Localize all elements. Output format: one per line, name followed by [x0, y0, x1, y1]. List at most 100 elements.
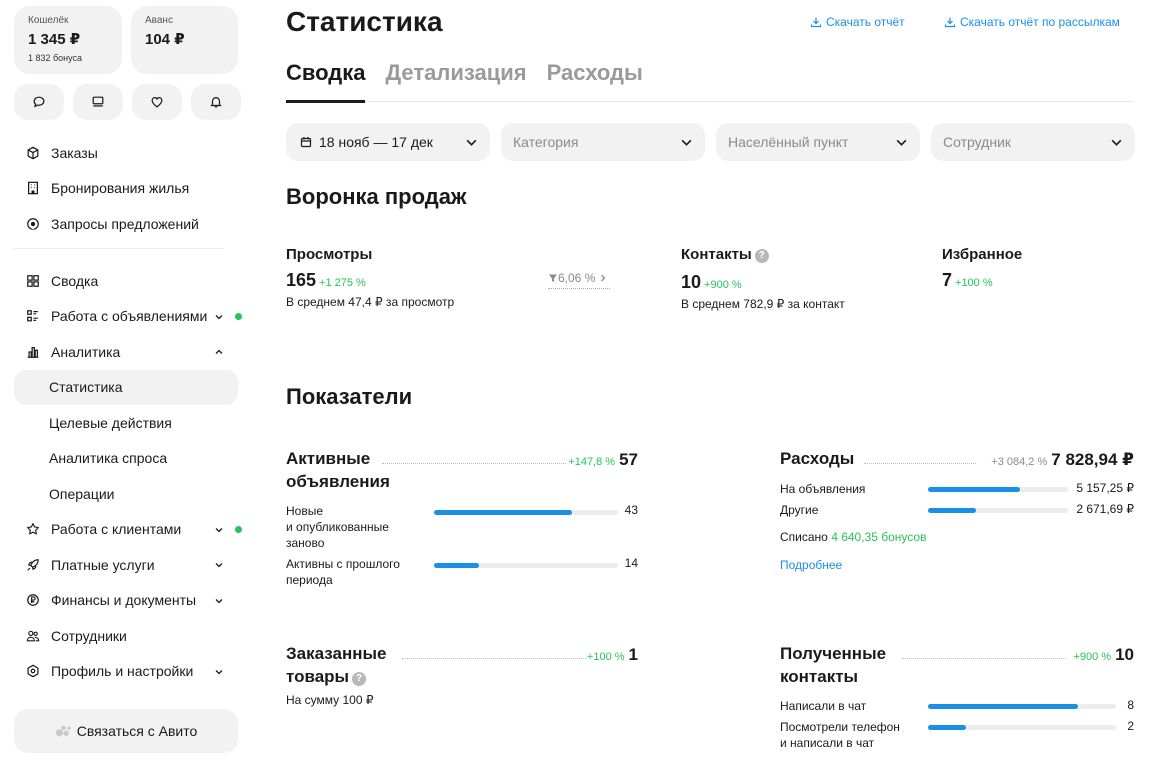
- main-content: Статистика Скачать отчёт Скачать отчёт п…: [286, 0, 1135, 768]
- workplace-button[interactable]: [73, 84, 123, 120]
- chart-icon: [26, 345, 40, 359]
- nav-label: Работа с клиентами: [51, 521, 182, 538]
- chevron-up-icon: [215, 349, 223, 354]
- nav-label: Аналитика спроса: [49, 450, 168, 467]
- nav-item-statistics[interactable]: Статистика: [14, 369, 238, 405]
- heart-icon: [151, 97, 163, 108]
- chevron-down-icon: [466, 139, 477, 146]
- bell-icon: [210, 97, 222, 108]
- nav-label: Сводка: [51, 272, 99, 289]
- expenses-total-wrap: +3 084,2 % 7 828,94 ₽: [991, 450, 1134, 470]
- period-filter[interactable]: 18 нояб — 17 дек: [286, 123, 490, 161]
- dotted-leader: [402, 658, 586, 659]
- active-new-label: Новые и опубликованные заново: [286, 504, 389, 550]
- nav-label: Профиль и настройки: [51, 663, 194, 680]
- favorites-button[interactable]: [132, 84, 182, 120]
- nav-item-summary[interactable]: Сводка: [14, 263, 238, 299]
- messages-button[interactable]: [14, 84, 64, 120]
- avito-logo-icon: [55, 725, 71, 737]
- dotted-leader: [382, 463, 566, 464]
- city-filter[interactable]: Населённый пункт: [716, 123, 920, 161]
- dotted-leader: [902, 658, 1066, 659]
- received-contacts-total-wrap: +900 % 10: [1073, 645, 1134, 665]
- views-value: 165 +1 275 %: [286, 270, 366, 291]
- contact-avito-button[interactable]: Связаться с Авито: [14, 709, 238, 753]
- active-listings-name-line1: Активные: [286, 449, 371, 468]
- help-icon[interactable]: ?: [754, 249, 769, 263]
- nav-item-target-actions[interactable]: Целевые действия: [14, 405, 238, 441]
- indicators-title: Показатели: [286, 384, 413, 409]
- nav-item-requests[interactable]: Запросы предложений: [14, 206, 238, 242]
- city-placeholder: Населённый пункт: [728, 134, 849, 150]
- help-icon[interactable]: ?: [352, 672, 367, 686]
- chevron-down-icon: [215, 314, 223, 319]
- expenses-header: Расходы: [780, 447, 854, 470]
- chevron-down-icon: [215, 527, 223, 532]
- nav-item-profile-settings[interactable]: Профиль и настройки: [14, 654, 238, 690]
- active-new-bar: [434, 510, 618, 515]
- employee-placeholder: Сотрудник: [943, 134, 1012, 150]
- chevron-down-icon: [215, 669, 223, 674]
- funnel-title: Воронка продаж: [286, 184, 467, 209]
- written-off-bonuses: 4 640,35 бонусов: [831, 530, 927, 544]
- tab-expenses[interactable]: Расходы: [547, 60, 643, 102]
- filters-row: 18 нояб — 17 дек Категория Населённый пу…: [286, 123, 1135, 161]
- active-listings-delta: +147,8 %: [568, 456, 616, 468]
- category-filter[interactable]: Категория: [501, 123, 705, 161]
- chevron-right-icon: [601, 274, 606, 282]
- nav-item-bookings[interactable]: Бронирования жилья: [14, 171, 238, 207]
- nav-top: Заказы Бронирования жилья Запросы предло…: [14, 135, 238, 242]
- nav-item-listings[interactable]: Работа с объявлениями: [14, 299, 242, 335]
- advance-card[interactable]: Аванс 104 ₽: [131, 6, 238, 74]
- active-prev-label: Активны с прошлого периода: [286, 557, 400, 587]
- contacts-chat-bar: [928, 704, 1116, 709]
- nav-label: Статистика: [49, 379, 123, 396]
- active-prev-bar-fill: [434, 563, 480, 568]
- nav-item-clients[interactable]: Работа с клиентами: [14, 512, 242, 548]
- contacts-delta: +900 %: [704, 279, 742, 291]
- wallet-card[interactable]: Кошелёк 1 345 ₽ 1 832 бонуса: [14, 6, 122, 74]
- nav-label: Заказы: [51, 144, 98, 161]
- chevron-down-icon: [681, 139, 692, 146]
- nav-item-operations[interactable]: Операции: [14, 476, 238, 512]
- monitor-icon: [92, 96, 104, 107]
- wallet-balance: 1 345 ₽: [28, 31, 81, 48]
- page-title: Статистика: [286, 6, 443, 37]
- nav-main: Сводка Работа с объявлениями Аналитика С…: [14, 263, 242, 690]
- nav-label: Работа с объявлениями: [51, 308, 208, 325]
- nav-item-orders[interactable]: Заказы: [14, 135, 238, 171]
- download-mailing-report-link[interactable]: Скачать отчёт по рассылкам: [944, 15, 1120, 29]
- rocket-icon: [26, 558, 40, 572]
- funnel-icon: [549, 274, 557, 282]
- period-value: 18 нояб — 17 дек: [319, 134, 433, 150]
- contacts-chat-bar-fill: [928, 704, 1079, 709]
- building-icon: [26, 181, 40, 195]
- ordered-goods-total-wrap: +100 % 1: [587, 645, 638, 665]
- listing-icon: [26, 309, 40, 323]
- request-icon: [26, 217, 40, 231]
- nav-item-employees[interactable]: Сотрудники: [14, 618, 238, 654]
- advance-label: Аванс: [145, 15, 173, 26]
- status-dot: [235, 312, 242, 320]
- nav-item-finance[interactable]: Финансы и документы: [14, 583, 238, 619]
- tab-summary[interactable]: Сводка: [286, 60, 366, 103]
- nav-item-analytics[interactable]: Аналитика: [14, 334, 238, 370]
- finance-icon: [26, 593, 40, 607]
- grid-icon: [26, 274, 40, 288]
- tab-details[interactable]: Детализация: [385, 60, 526, 102]
- written-off-label: Списано: [780, 530, 828, 544]
- chevron-down-icon: [1111, 139, 1122, 146]
- contacts-chat-value: 8: [1127, 698, 1134, 712]
- chevron-down-icon: [215, 598, 223, 603]
- ordered-goods-name-line2: товары: [286, 667, 350, 686]
- nav-item-demand-analytics[interactable]: Аналитика спроса: [14, 441, 238, 477]
- nav-label: Аналитика: [51, 343, 121, 360]
- chevron-down-icon: [896, 139, 907, 146]
- conversion-link[interactable]: 6,06 %: [548, 271, 608, 285]
- nav-item-paid-services[interactable]: Платные услуги: [14, 547, 238, 583]
- contacts-title: Контакты?: [681, 246, 769, 263]
- download-report-link[interactable]: Скачать отчёт: [810, 15, 905, 29]
- more-details-link[interactable]: Подробнее: [780, 558, 842, 572]
- notifications-button[interactable]: [191, 84, 241, 120]
- employee-filter[interactable]: Сотрудник: [931, 123, 1135, 161]
